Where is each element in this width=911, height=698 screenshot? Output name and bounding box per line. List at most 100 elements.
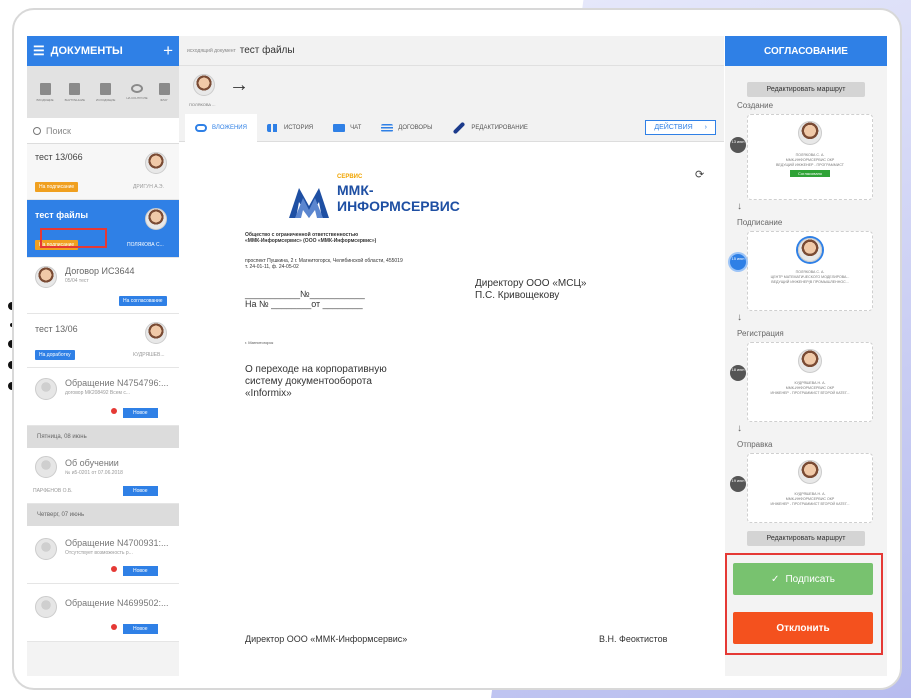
toolbar-label: ВНУТРЕННИЕ bbox=[64, 97, 85, 102]
stage-info: ПОЛЯКОВА С. А. ММК-ИНФОРМСЕРВИС ОКР ВЕДУ… bbox=[752, 153, 868, 177]
stage-label: Подписание bbox=[737, 218, 783, 227]
date-separator: Четверг, 07 июнь bbox=[27, 504, 179, 526]
sidebar-header: ☰ ДОКУМЕНТЫ + bbox=[27, 36, 179, 66]
list-item[interactable]: Обращение N4699502:... Новое bbox=[27, 584, 179, 642]
logo-service-text: СЕРВИС bbox=[337, 174, 363, 180]
search-placeholder: Поиск bbox=[46, 125, 71, 136]
refresh-icon[interactable]: ⟳ bbox=[695, 168, 704, 181]
item-title: тест 13/066 bbox=[35, 152, 83, 162]
org-line: «ММК-Информсервис» (ООО «ММК-Информсерви… bbox=[245, 238, 377, 244]
menu-icon[interactable]: ☰ bbox=[33, 43, 45, 59]
item-person: КУДРЯШЕВ... bbox=[133, 352, 165, 358]
eye-alert-icon bbox=[111, 408, 117, 414]
documents-sidebar: ☰ ДОКУМЕНТЫ + ВХОДЯЩИЕ ВНУТРЕННИЕ ИСХОДЯ… bbox=[27, 36, 179, 676]
stage-card[interactable]: 19 июн КУДРЯШЕВА Н. А. ММК-ИНФОРМСЕРВИС … bbox=[730, 453, 873, 523]
list-item[interactable]: Договор ИС3644 05/04 тест На согласовани… bbox=[27, 258, 179, 314]
avatar bbox=[798, 460, 822, 484]
toolbar-label: ИСХОДЯЩИЕ bbox=[95, 97, 116, 102]
item-subtitle: Отсутствует возможность р... bbox=[65, 550, 133, 556]
sidebar-title: ДОКУМЕНТЫ bbox=[50, 45, 123, 57]
add-icon[interactable]: + bbox=[163, 41, 173, 61]
avatar bbox=[145, 322, 167, 344]
stage-role: ВЕДУЩИЙ ИНЖЕНЕР - ПРОГРАММИСТ bbox=[776, 163, 844, 167]
list-item[interactable]: Обращение N4754796:... договор МК208492 … bbox=[27, 368, 179, 426]
number-line: ___________№___________ bbox=[245, 289, 365, 299]
arrow-down-icon: ↓ bbox=[737, 423, 742, 434]
address-block: проспект Пушкина, 2 г. Магнитогорск, Чел… bbox=[245, 258, 535, 270]
recipient-block: Директору ООО «МСЦ» П.С. Кривощекову bbox=[475, 278, 586, 302]
internal-filter-button[interactable]: ВНУТРЕННИЕ bbox=[64, 82, 85, 102]
subject-block: О переходе на корпоративную систему доку… bbox=[245, 364, 445, 400]
date-separator-label: Пятница, 08 июнь bbox=[37, 434, 87, 440]
recipient-line: П.С. Кривощекову bbox=[475, 290, 560, 301]
number-line: На № ________от ________ bbox=[245, 299, 363, 309]
stage-info: КУДРЯШЕВА Н. А. ММК-ИНФОРМСЕРВИС ОКР ИНЖ… bbox=[752, 381, 868, 396]
recipient-line: Директору ООО «МСЦ» bbox=[475, 278, 587, 289]
stage-role: ИНЖЕНЕР - ПРОГРАММИСТ ВТОРОЙ КАТЕГ... bbox=[770, 391, 850, 395]
address-line: т. 24-01-11, ф. 24-05-02 bbox=[245, 264, 299, 270]
edit-route-button-bottom[interactable]: Редактировать маршрут bbox=[747, 531, 865, 546]
item-subtitle: 05/04 тест bbox=[65, 278, 89, 284]
item-title: Об обучении bbox=[65, 458, 119, 468]
avatar bbox=[798, 238, 822, 262]
list-item[interactable]: Обращение N4700931:... Отсутствует возмо… bbox=[27, 526, 179, 584]
logo-mark-icon bbox=[289, 188, 329, 218]
logo-name-text: ММК-ИНФОРМСЕРВИС bbox=[337, 182, 460, 214]
document-page: ⟳ СЕРВИС ММК-ИНФОРМСЕРВИС Общество с огр… bbox=[179, 0, 724, 698]
signer-title: Директор ООО «ММК-Информсервис» bbox=[245, 634, 408, 644]
date-separator: Пятница, 08 июнь bbox=[27, 426, 179, 448]
badge-highlight-outline bbox=[40, 228, 107, 248]
eye-icon bbox=[130, 84, 143, 93]
eye-alert-icon bbox=[111, 624, 117, 630]
status-badge: На доработку bbox=[35, 350, 75, 360]
buttons-highlight-outline bbox=[725, 553, 883, 655]
flag-filter-button[interactable]: ФЛАГ bbox=[158, 82, 170, 102]
list-item[interactable]: Об обучении № и5-0201 от 07.06.2018 ПАРФ… bbox=[27, 448, 179, 504]
avatar bbox=[798, 121, 822, 145]
download-icon bbox=[69, 82, 81, 95]
search-input[interactable]: Поиск bbox=[27, 118, 179, 144]
subject-line: О переходе на корпоративную bbox=[245, 364, 387, 375]
subject-line: систему документооборота bbox=[245, 376, 372, 387]
registration-number-block: ___________№___________ На № ________от … bbox=[245, 289, 365, 309]
subject-line: «Informix» bbox=[245, 388, 292, 399]
status-badge: Согласовано bbox=[789, 170, 831, 177]
archive-icon bbox=[39, 82, 51, 95]
stage-info: КУДРЯШЕВА Н. А. ММК-ИНФОРМСЕРВИС ОКР ИНЖ… bbox=[752, 492, 868, 507]
list-item[interactable]: тест 13/066 На подписание ДРИГУН А.Э. bbox=[27, 144, 179, 200]
signer-name: В.Н. Феоктистов bbox=[599, 634, 668, 644]
list-item[interactable]: тест 13/06 На доработку КУДРЯШЕВ... bbox=[27, 314, 179, 368]
avatar bbox=[145, 152, 167, 174]
status-badge: Новое bbox=[123, 624, 158, 634]
avatar bbox=[35, 538, 57, 560]
stage-card-active[interactable]: 15 июн ПОЛЯКОВА С. А. ЦЕНТР МАТЕМАТИЧЕСК… bbox=[730, 231, 873, 311]
stage-date: 19 июн bbox=[730, 476, 746, 492]
stage-date: 15 июн bbox=[730, 254, 746, 270]
inbox-filter-button[interactable]: ВХОДЯЩИЕ bbox=[36, 82, 54, 102]
status-badge: На согласование bbox=[119, 296, 167, 306]
item-person: ПАРФЕНОВ О.Б. bbox=[33, 488, 73, 494]
stage-date: 13 июн bbox=[730, 137, 746, 153]
edit-route-button[interactable]: Редактировать маршрут bbox=[747, 82, 865, 97]
stage-card[interactable]: 13 июн ПОЛЯКОВА С. А. ММК-ИНФОРМСЕРВИС О… bbox=[730, 114, 873, 200]
approval-title: СОГЛАСОВАНИЕ bbox=[725, 36, 887, 66]
stage-label: Отправка bbox=[737, 440, 773, 449]
avatar bbox=[35, 596, 57, 618]
item-person: ПОЛЯКОВА С... bbox=[127, 242, 164, 248]
status-badge: Новое bbox=[123, 566, 158, 576]
stage-card[interactable]: 18 июн КУДРЯШЕВА Н. А. ММК-ИНФОРМСЕРВИС … bbox=[730, 342, 873, 422]
control-filter-button[interactable]: НА КОНТРОЛЕ bbox=[126, 84, 148, 100]
outgoing-filter-button[interactable]: ИСХОДЯЩИЕ bbox=[95, 82, 116, 102]
date-separator-label: Четверг, 07 июнь bbox=[37, 512, 85, 518]
item-subtitle: № и5-0201 от 07.06.2018 bbox=[65, 470, 123, 476]
upload-icon bbox=[100, 82, 112, 95]
arrow-down-icon: ↓ bbox=[737, 312, 742, 323]
status-badge: На подписание bbox=[35, 182, 79, 192]
item-title: Обращение N4700931:... bbox=[65, 538, 169, 548]
sidebar-toolbar: ВХОДЯЩИЕ ВНУТРЕННИЕ ИСХОДЯЩИЕ НА КОНТРОЛ… bbox=[27, 66, 179, 118]
avatar bbox=[798, 349, 822, 373]
stage-date: 18 июн bbox=[730, 365, 746, 381]
item-title: Обращение N4699502:... bbox=[65, 598, 169, 608]
item-title: тест файлы bbox=[35, 210, 89, 220]
avatar bbox=[35, 456, 57, 478]
